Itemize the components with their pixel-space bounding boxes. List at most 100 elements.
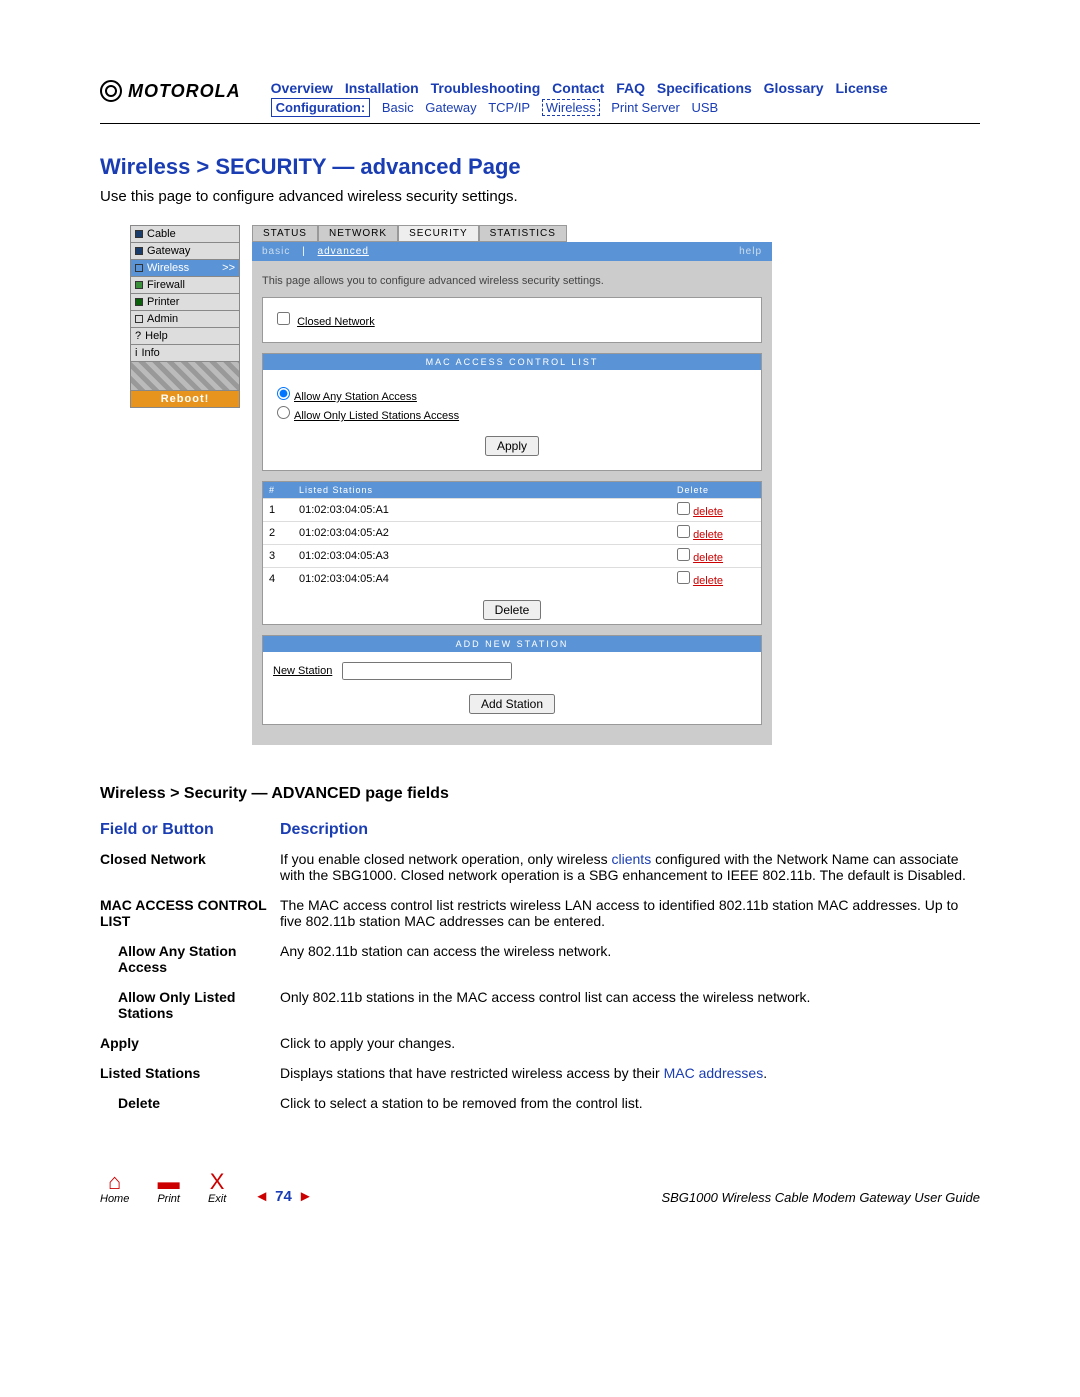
mac-access-header: MAC ACCESS CONTROL LIST [263,354,761,370]
subnav-label: Configuration: [271,98,371,117]
mac-access-box: MAC ACCESS CONTROL LIST Allow Any Statio… [262,353,762,471]
header: MOTOROLA Overview Installation Troublesh… [100,80,980,115]
logo-text: MOTOROLA [128,81,241,102]
chevron-right-icon: >> [222,262,235,274]
table-row: 401:02:03:04:05:A4 delete [263,568,761,591]
allow-listed-radio[interactable] [277,406,290,419]
tab-network[interactable]: NETWORK [318,225,398,242]
print-icon: ▬ [157,1171,180,1193]
nav-specifications[interactable]: Specifications [657,80,752,96]
tab-statistics[interactable]: STATISTICS [479,225,567,242]
sidenav-help[interactable]: ?Help [130,327,240,345]
sidenav-admin[interactable]: Admin [130,310,240,328]
stations-box: # Listed Stations Delete 101:02:03:04:05… [262,481,762,625]
add-station-header: ADD NEW STATION [263,636,761,652]
delete-checkbox[interactable] [677,525,690,538]
apply-button[interactable]: Apply [485,436,539,456]
closed-network-checkbox[interactable] [277,312,290,325]
config-screenshot: Cable Gateway Wireless>> Firewall Printe… [130,225,980,745]
square-icon [135,298,143,306]
sidenav-printer[interactable]: Printer [130,293,240,311]
subtab-basic[interactable]: basic [262,246,290,257]
nav-contact[interactable]: Contact [552,80,604,96]
square-icon [135,230,143,238]
field-row-allow-listed: Allow Only Listed Stations Only 802.11b … [100,989,980,1021]
nav-overview[interactable]: Overview [271,80,333,96]
field-row-delete: Delete Click to select a station to be r… [100,1095,980,1111]
fields-col2: Description [280,821,368,839]
sidenav-firewall[interactable]: Firewall [130,276,240,294]
nav-glossary[interactable]: Glossary [764,80,824,96]
delete-checkbox[interactable] [677,548,690,561]
delete-link[interactable]: delete [693,575,723,587]
field-row-listed-stations: Listed Stations Displays stations that h… [100,1065,980,1081]
subtab-advanced[interactable]: advanced [318,246,369,257]
fields-col1: Field or Button [100,821,280,839]
sidenav-cable[interactable]: Cable [130,225,240,243]
table-row: 101:02:03:04:05:A1 delete [263,499,761,522]
allow-listed-label: Allow Only Listed Stations Access [294,410,459,422]
exit-icon: X [208,1171,226,1193]
square-icon [135,247,143,255]
fields-section-title: Wireless > Security — ADVANCED page fiel… [100,785,980,803]
closed-network-box: Closed Network [262,297,762,343]
allow-any-label: Allow Any Station Access [294,391,417,403]
reboot-button[interactable]: Reboot! [130,390,240,408]
nav-faq[interactable]: FAQ [616,80,645,96]
home-button[interactable]: ⌂Home [100,1171,129,1205]
field-row-mac-list: MAC ACCESS CONTROL LIST The MAC access c… [100,897,980,929]
delete-link[interactable]: delete [693,552,723,564]
nav-troubleshooting[interactable]: Troubleshooting [431,80,541,96]
config-panel: STATUS NETWORK SECURITY STATISTICS basic… [252,225,772,745]
panel-subtabs: basic | advanced help [252,242,772,261]
panel-description: This page allows you to configure advanc… [262,275,762,287]
delete-link[interactable]: delete [693,529,723,541]
add-station-box: ADD NEW STATION New Station Add Station [262,635,762,725]
prev-page-icon[interactable]: ◄ [254,1188,269,1205]
field-row-closed-network: Closed Network If you enable closed netw… [100,851,980,883]
sidenav-info[interactable]: iInfo [130,344,240,362]
delete-checkbox[interactable] [677,502,690,515]
col-stations: Listed Stations [293,482,671,499]
document-title: SBG1000 Wireless Cable Modem Gateway Use… [661,1190,980,1205]
subnav-basic[interactable]: Basic [382,100,414,115]
add-station-button[interactable]: Add Station [469,694,555,714]
clients-link[interactable]: clients [612,851,652,867]
print-button[interactable]: ▬Print [157,1171,180,1205]
allow-any-radio[interactable] [277,387,290,400]
next-page-icon[interactable]: ► [298,1188,313,1205]
field-row-apply: Apply Click to apply your changes. [100,1035,980,1051]
sidenav-gateway[interactable]: Gateway [130,242,240,260]
delete-button[interactable]: Delete [483,600,542,620]
mac-addresses-link[interactable]: MAC addresses [664,1065,764,1081]
new-station-label: New Station [273,665,332,677]
field-row-allow-any: Allow Any Station Access Any 802.11b sta… [100,943,980,975]
question-icon: ? [135,330,141,342]
page-title: Wireless > SECURITY — advanced Page [100,154,980,180]
logo: MOTOROLA [100,80,241,102]
home-icon: ⌂ [100,1171,129,1193]
motorola-logo-icon [100,80,122,102]
exit-button[interactable]: XExit [208,1171,226,1205]
square-icon [135,281,143,289]
nav-license[interactable]: License [836,80,888,96]
subnav-usb[interactable]: USB [691,100,718,115]
subtab-help[interactable]: help [739,246,762,257]
new-station-input[interactable] [342,662,512,680]
tab-security[interactable]: SECURITY [398,225,479,242]
delete-checkbox[interactable] [677,571,690,584]
subnav-printserver[interactable]: Print Server [611,100,680,115]
page-number: 74 [275,1188,292,1205]
tab-status[interactable]: STATUS [252,225,318,242]
square-icon [135,264,143,272]
table-row: 301:02:03:04:05:A3 delete [263,545,761,568]
subnav-tcpip[interactable]: TCP/IP [488,100,530,115]
sidenav-wireless[interactable]: Wireless>> [130,259,240,277]
nav-installation[interactable]: Installation [345,80,419,96]
top-nav: Overview Installation Troubleshooting Co… [271,80,980,96]
header-divider [100,123,980,124]
subnav-wireless[interactable]: Wireless [542,99,600,116]
delete-link[interactable]: delete [693,506,723,518]
closed-network-label: Closed Network [297,316,375,328]
subnav-gateway[interactable]: Gateway [425,100,476,115]
